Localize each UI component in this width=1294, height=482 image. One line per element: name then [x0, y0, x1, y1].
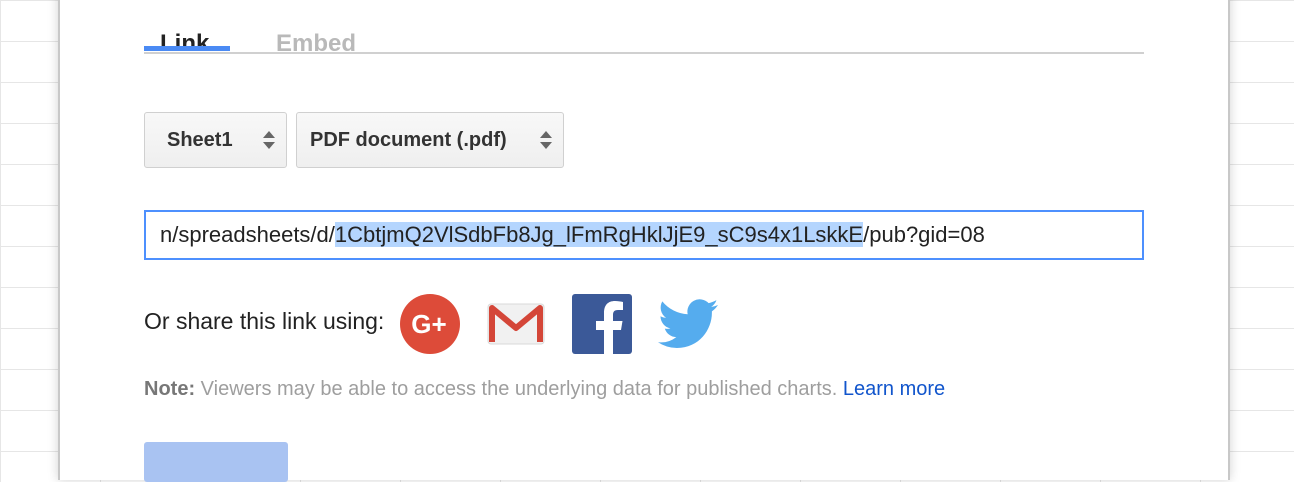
share-row: Or share this link using: G+ [144, 292, 742, 356]
facebook-icon[interactable] [570, 292, 634, 356]
sheet-select[interactable]: Sheet1 [144, 112, 287, 168]
format-select[interactable]: PDF document (.pdf) [296, 112, 564, 168]
published-url-field[interactable]: n/spreadsheets/d/1CbtjmQ2VlSdbFb8Jg_lFmR… [144, 210, 1144, 260]
tab-link[interactable]: Link [160, 30, 209, 58]
format-select-value: PDF document (.pdf) [310, 128, 507, 151]
note-body: Viewers may be able to access the underl… [195, 378, 843, 400]
gmail-icon[interactable] [484, 292, 548, 356]
url-text-selected: 1CbtjmQ2VlSdbFb8Jg_lFmRgHklJjE9_sC9s4x1L… [334, 222, 864, 247]
svg-text:G+: G+ [412, 309, 447, 339]
select-arrows-icon [263, 131, 275, 149]
active-tab-indicator [144, 46, 230, 51]
tab-bar: Link Embed [144, 0, 1144, 57]
tab-embed[interactable]: Embed [276, 30, 356, 58]
select-arrows-icon [540, 131, 552, 149]
note-text: Note: Viewers may be able to access the … [144, 378, 945, 401]
url-text-end: /pub?gid=08 [863, 222, 985, 247]
publish-dialog: Link Embed Sheet1 PDF document (.pdf) n/… [58, 0, 1230, 482]
twitter-icon[interactable] [656, 292, 720, 356]
primary-button[interactable] [144, 442, 288, 482]
google-plus-icon[interactable]: G+ [398, 292, 462, 356]
url-text-start: n/spreadsheets/d/ [160, 222, 335, 247]
sheet-select-value: Sheet1 [167, 128, 233, 151]
learn-more-link[interactable]: Learn more [843, 378, 945, 400]
note-prefix: Note: [144, 378, 196, 400]
share-label: Or share this link using: [144, 307, 385, 334]
